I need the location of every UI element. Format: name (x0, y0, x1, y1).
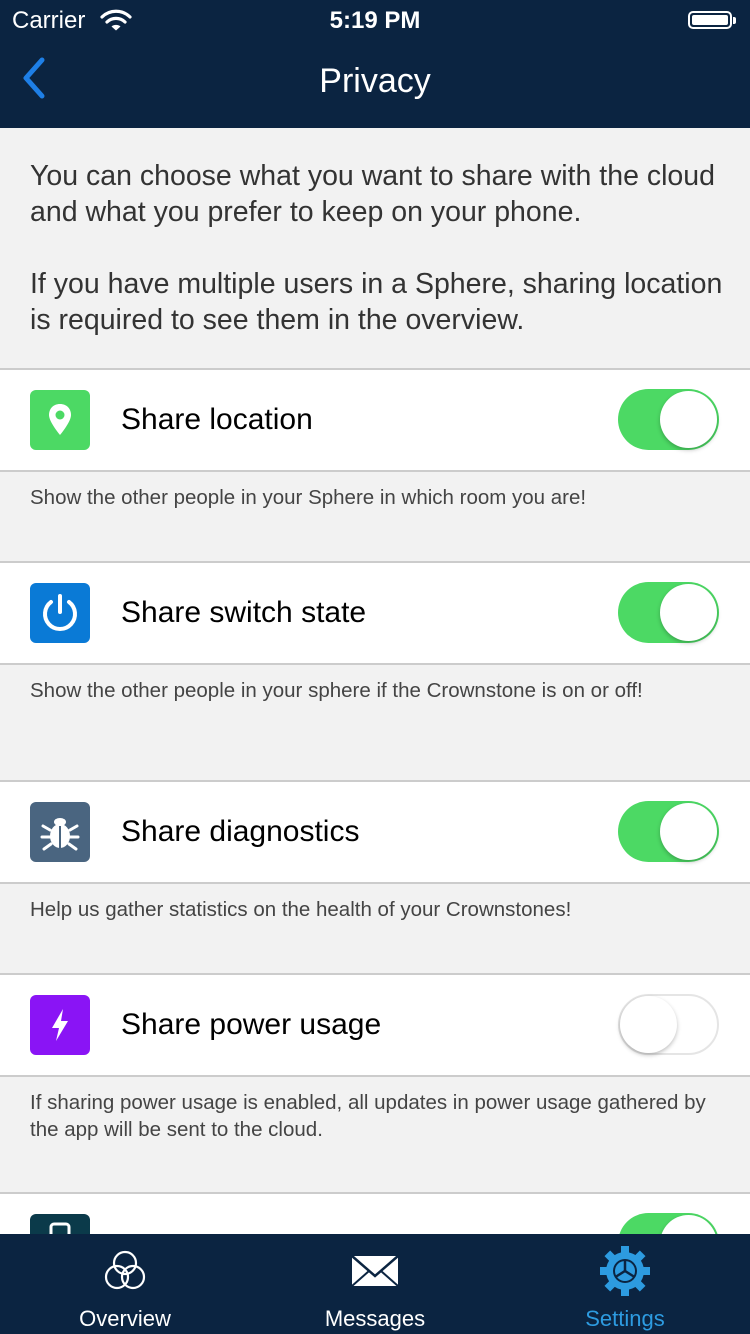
intro-paragraph: If you have multiple users in a Sphere, … (30, 268, 723, 336)
tab-label: Messages (324, 1306, 426, 1331)
share-diagnostics-toggle[interactable] (618, 801, 719, 862)
power-icon (30, 583, 90, 643)
navigation-bar: Privacy (0, 40, 750, 128)
share-diagnostics-row: Share diagnostics (0, 780, 750, 884)
share-switch-state-row: Share switch state (0, 561, 750, 665)
setting-label: Share location (121, 403, 313, 436)
share-power-usage-row: Share power usage (0, 973, 750, 1077)
bug-icon (30, 802, 90, 862)
setting-label: Share diagnostics (121, 815, 360, 848)
overview-circles-icon (100, 1246, 150, 1296)
setting-description: Show the other people in your sphere if … (30, 679, 643, 702)
intro-paragraph: You can choose what you want to share wi… (30, 160, 715, 228)
tab-settings[interactable]: Settings (500, 1234, 750, 1334)
phone-icon (30, 1214, 90, 1234)
setting-label: Share power usage (121, 1008, 382, 1041)
share-phone-toggle[interactable] (618, 1213, 719, 1234)
page-title: Privacy (319, 62, 431, 100)
gear-icon (600, 1246, 650, 1296)
share-phone-row (0, 1192, 750, 1234)
share-location-row: Share location (0, 368, 750, 472)
share-switch-state-toggle[interactable] (618, 582, 719, 643)
tab-messages[interactable]: Messages (250, 1234, 500, 1334)
battery-icon (688, 11, 736, 29)
tab-bar: Overview Messages Settings (0, 1234, 750, 1334)
location-pin-icon (30, 390, 90, 450)
setting-description: If sharing power usage is enabled, all u… (30, 1091, 706, 1141)
tab-label: Overview (79, 1306, 171, 1331)
setting-label: Share switch state (121, 596, 367, 629)
setting-description: Help us gather statistics on the health … (30, 898, 572, 921)
setting-description: Show the other people in your Sphere in … (30, 486, 587, 509)
clock: 5:19 PM (329, 7, 421, 34)
share-power-usage-toggle[interactable] (618, 994, 719, 1055)
intro-text: You can choose what you want to share wi… (30, 158, 730, 338)
tab-overview[interactable]: Overview (0, 1234, 250, 1334)
settings-scroll-area[interactable]: You can choose what you want to share wi… (0, 128, 750, 1234)
envelope-icon (350, 1246, 400, 1296)
lightning-icon (30, 995, 90, 1055)
status-bar: Carrier 5:19 PM (0, 0, 750, 40)
tab-label: Settings (585, 1306, 665, 1331)
share-location-toggle[interactable] (618, 389, 719, 450)
